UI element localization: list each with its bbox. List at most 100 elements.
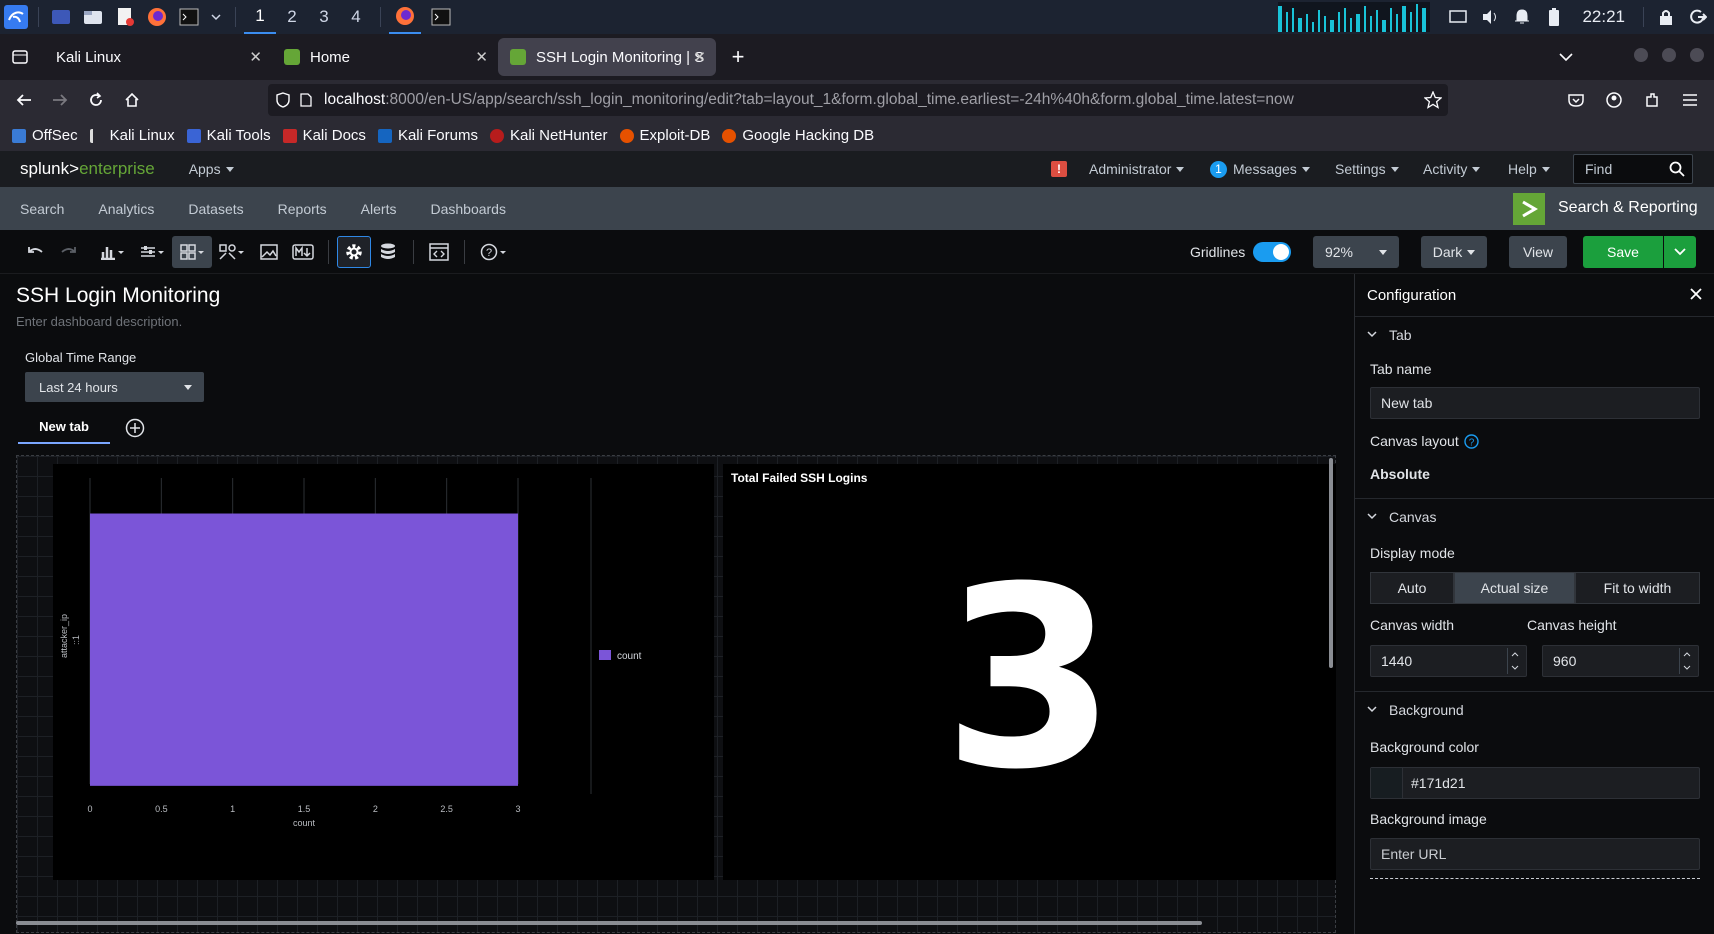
- browser-tab-home[interactable]: Home ✕: [272, 38, 498, 76]
- file-manager-icon[interactable]: [81, 5, 105, 29]
- bookmark-kali-tools[interactable]: Kali Tools: [186, 127, 271, 144]
- close-icon[interactable]: ✕: [693, 48, 706, 66]
- kali-menu-icon[interactable]: [4, 5, 28, 29]
- pocket-icon[interactable]: [1558, 84, 1594, 116]
- workspace-1[interactable]: 1: [244, 0, 276, 34]
- bookmark-google-hacking-db[interactable]: Google Hacking DB: [722, 127, 874, 144]
- display-icon[interactable]: [1446, 5, 1470, 29]
- terminal-icon[interactable]: [177, 5, 201, 29]
- bookmark-exploit-db[interactable]: Exploit-DB: [619, 127, 710, 144]
- close-window-button[interactable]: [1690, 48, 1704, 62]
- help-menu[interactable]: Help: [1508, 161, 1550, 177]
- stepper-icon[interactable]: [1507, 648, 1522, 674]
- close-icon[interactable]: ✕: [475, 48, 488, 66]
- stepper-icon[interactable]: [1679, 648, 1694, 674]
- bookmark-star-icon[interactable]: [1424, 91, 1442, 109]
- time-range-dropdown[interactable]: Last 24 hours: [25, 372, 204, 402]
- list-all-tabs-icon[interactable]: [1548, 41, 1584, 73]
- canvas-section-header[interactable]: Canvas: [1355, 498, 1714, 534]
- new-tab-icon[interactable]: +: [720, 41, 756, 73]
- data-sources-icon[interactable]: [371, 236, 405, 268]
- app-nav-reports[interactable]: Reports: [278, 201, 327, 217]
- desktop-icon[interactable]: [49, 5, 73, 29]
- undo-icon[interactable]: [18, 236, 52, 268]
- bookmark-kali-nethunter[interactable]: Kali NetHunter: [489, 127, 608, 144]
- browser-tab-kali[interactable]: Kali Linux ✕: [44, 38, 272, 76]
- firefox-icon[interactable]: [145, 5, 169, 29]
- dashboard-description[interactable]: Enter dashboard description.: [16, 314, 182, 329]
- add-shape-icon[interactable]: [212, 236, 252, 268]
- canvas-height-input[interactable]: 960: [1542, 645, 1699, 677]
- app-nav-alerts[interactable]: Alerts: [361, 201, 397, 217]
- settings-menu[interactable]: Settings: [1335, 161, 1399, 177]
- tab-section-header[interactable]: Tab: [1355, 316, 1714, 352]
- hamburger-menu-icon[interactable]: [1672, 84, 1708, 116]
- add-tab-icon[interactable]: [125, 418, 145, 438]
- close-icon[interactable]: ✕: [249, 48, 262, 66]
- info-icon[interactable]: ?: [1464, 433, 1479, 449]
- theme-select[interactable]: Dark: [1421, 236, 1487, 268]
- canvas-scrollbar[interactable]: [1329, 458, 1333, 668]
- horizontal-scrollbar[interactable]: [16, 921, 1202, 925]
- background-image-input[interactable]: Enter URL: [1370, 838, 1700, 870]
- display-mode-auto[interactable]: Auto: [1370, 572, 1454, 604]
- forward-icon[interactable]: [42, 84, 78, 116]
- notification-bell-icon[interactable]: [1510, 5, 1534, 29]
- extensions-icon[interactable]: [1634, 84, 1670, 116]
- help-icon[interactable]: ?: [473, 236, 513, 268]
- volume-icon[interactable]: [1478, 5, 1502, 29]
- activity-menu[interactable]: Activity: [1423, 161, 1481, 177]
- display-mode-actual-size[interactable]: Actual size: [1454, 572, 1575, 604]
- color-swatch[interactable]: [1371, 768, 1403, 798]
- terminal-window-icon[interactable]: [425, 5, 457, 29]
- dashboard-canvas[interactable]: 0 0.5 1 1.5 2 2.5 3::1 count attacker_ip count To…: [16, 455, 1336, 933]
- splunk-logo[interactable]: splunk>enterprise: [20, 159, 155, 179]
- single-value-panel[interactable]: Total Failed SSH Logins 3: [723, 464, 1336, 880]
- tab-name-input[interactable]: New tab: [1370, 387, 1700, 419]
- save-options-button[interactable]: [1664, 236, 1696, 268]
- app-nav-dashboards[interactable]: Dashboards: [430, 201, 506, 217]
- alert-icon[interactable]: !: [1051, 161, 1067, 177]
- reload-icon[interactable]: [78, 84, 114, 116]
- logout-icon[interactable]: [1686, 5, 1710, 29]
- lock-icon[interactable]: [1654, 5, 1678, 29]
- add-chart-icon[interactable]: [92, 236, 132, 268]
- background-section-header[interactable]: Background: [1355, 691, 1714, 727]
- maximize-button[interactable]: [1662, 48, 1676, 62]
- firefox-window-icon[interactable]: [389, 0, 421, 34]
- view-button[interactable]: View: [1509, 236, 1567, 268]
- configuration-gear-icon[interactable]: [337, 235, 371, 268]
- app-name[interactable]: Search & Reporting: [1558, 199, 1698, 217]
- add-input-icon[interactable]: [132, 236, 172, 268]
- apps-menu[interactable]: Apps: [189, 161, 234, 177]
- chevron-down-icon[interactable]: [209, 5, 223, 29]
- add-image-icon[interactable]: [252, 236, 286, 268]
- search-icon[interactable]: [1669, 161, 1685, 177]
- save-button[interactable]: Save: [1583, 236, 1663, 268]
- workspace-4[interactable]: 4: [340, 0, 372, 34]
- background-color-input[interactable]: #171d21: [1370, 767, 1700, 799]
- redo-icon[interactable]: [52, 236, 86, 268]
- tab-new-tab[interactable]: New tab: [18, 410, 110, 444]
- close-icon[interactable]: [1690, 288, 1702, 300]
- zoom-select[interactable]: 92%: [1313, 236, 1399, 268]
- canvas-width-input[interactable]: 1440: [1370, 645, 1527, 677]
- bookmark-kali-forums[interactable]: Kali Forums: [377, 127, 478, 144]
- home-icon[interactable]: [114, 84, 150, 116]
- workspace-2[interactable]: 2: [276, 0, 308, 34]
- app-nav-search[interactable]: Search: [20, 201, 64, 217]
- display-mode-toggle[interactable]: Auto Actual size Fit to width: [1370, 572, 1700, 604]
- gridlines-toggle[interactable]: [1253, 242, 1291, 262]
- tab-list-icon[interactable]: [2, 41, 38, 73]
- bookmark-offsec[interactable]: OffSec: [12, 127, 78, 144]
- browser-tab-ssh-monitoring[interactable]: SSH Login Monitoring | Sp ✕: [498, 38, 716, 76]
- back-icon[interactable]: [6, 84, 42, 116]
- find-input[interactable]: Find: [1573, 154, 1693, 184]
- add-markdown-icon[interactable]: [286, 236, 320, 268]
- bar-chart-panel[interactable]: 0 0.5 1 1.5 2 2.5 3::1 count attacker_ip count: [53, 464, 714, 880]
- app-nav-datasets[interactable]: Datasets: [188, 201, 243, 217]
- app-nav-analytics[interactable]: Analytics: [98, 201, 154, 217]
- bookmark-kali-linux[interactable]: Kali Linux: [89, 127, 175, 144]
- layout-grid-icon[interactable]: [172, 235, 212, 268]
- display-mode-fit-width[interactable]: Fit to width: [1575, 572, 1700, 604]
